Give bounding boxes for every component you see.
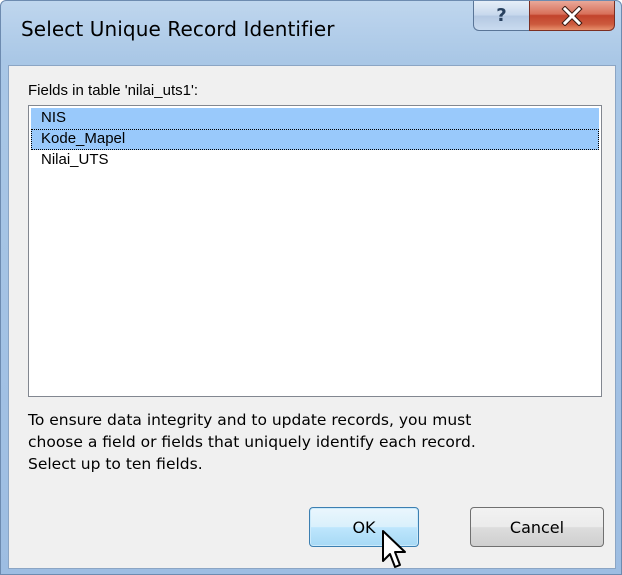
fields-listbox[interactable]: NIS Kode_Mapel Nilai_UTS [28,105,602,397]
list-item-nilai-uts[interactable]: Nilai_UTS [31,150,599,171]
instruction-text: To ensure data integrity and to update r… [28,411,476,473]
mouse-pointer-icon [382,530,406,568]
list-item-kode-mapel[interactable]: Kode_Mapel [31,129,599,150]
list-item-nis[interactable]: NIS [31,108,599,129]
fields-label: Fields in table 'nilai_uts1': [28,82,198,99]
close-icon [561,5,583,26]
caption-buttons: ? [473,1,615,31]
ok-button-label: OK [352,517,376,537]
dialog-window: Select Unique Record Identifier ? Fields… [0,0,622,575]
cancel-button-label: Cancel [509,517,565,537]
help-icon: ? [496,5,507,26]
close-button[interactable] [529,1,615,31]
cancel-button[interactable]: Cancel [470,507,604,547]
window-title: Select Unique Record Identifier [21,17,335,41]
title-bar[interactable]: Select Unique Record Identifier ? [1,1,621,65]
help-button[interactable]: ? [473,1,529,31]
